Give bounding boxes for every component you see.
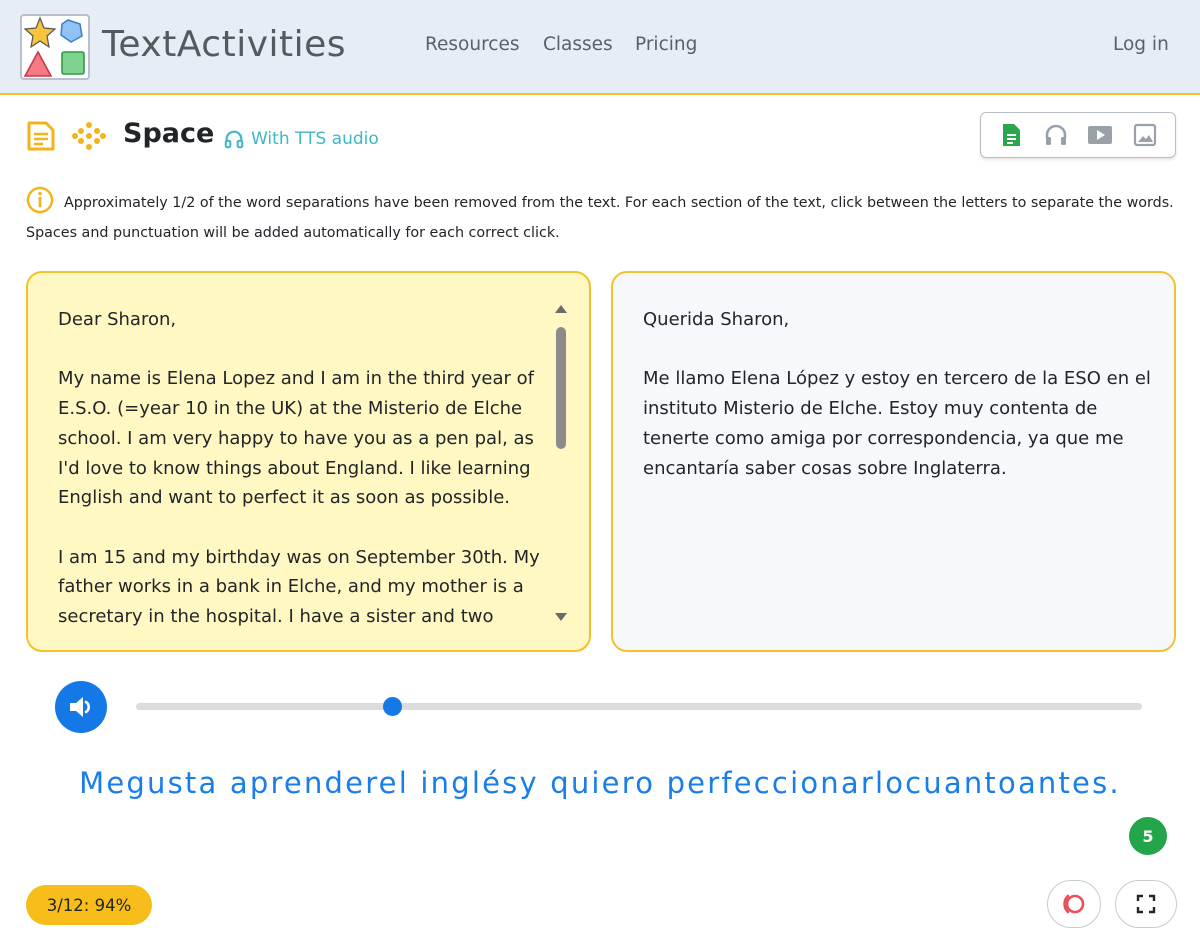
media-toolbar	[980, 112, 1176, 158]
login-link[interactable]: Log in	[1113, 34, 1169, 55]
spanish-text: Querida Sharon, Me llamo Elena López y e…	[643, 305, 1153, 513]
dots-icon	[72, 122, 106, 150]
paragraph: My name is Elena Lopez and I am in the t…	[58, 368, 534, 509]
score-badge: 3/12: 94%	[26, 885, 152, 925]
paragraph: Querida Sharon,	[643, 309, 790, 330]
image-icon[interactable]	[1132, 122, 1158, 148]
video-icon[interactable]	[1087, 122, 1113, 148]
play-audio-button[interactable]	[55, 681, 107, 733]
spanish-text-panel: Querida Sharon, Me llamo Elena López y e…	[611, 271, 1176, 652]
paragraph: I am 15 and my birthday was on September…	[58, 546, 540, 627]
instructions-text: Approximately 1/2 of the word separation…	[26, 195, 1174, 241]
textactivities-logo-icon[interactable]	[18, 12, 92, 82]
reset-button[interactable]	[1047, 880, 1101, 928]
fullscreen-button[interactable]	[1115, 880, 1177, 928]
english-text: Dear Sharon, My name is Elena Lopez and …	[58, 305, 548, 650]
nav-pricing[interactable]: Pricing	[635, 34, 697, 55]
remaining-count-badge: 5	[1129, 817, 1167, 855]
nav-classes[interactable]: Classes	[543, 34, 613, 55]
paragraph: Me llamo Elena López y estoy en tercero …	[643, 368, 1151, 479]
tts-indicator[interactable]: With TTS audio	[223, 128, 379, 150]
tts-label: With TTS audio	[251, 129, 379, 149]
nav-resources[interactable]: Resources	[425, 34, 519, 55]
scroll-thumb[interactable]	[556, 327, 566, 449]
fullscreen-icon	[1136, 894, 1156, 914]
text-icon[interactable]	[998, 122, 1024, 148]
document-icon	[27, 121, 55, 151]
page-title: Space	[123, 118, 215, 149]
current-sentence[interactable]: Megusta aprenderel inglésy quiero perfec…	[0, 766, 1200, 800]
slider-thumb[interactable]	[383, 697, 403, 716]
scrollbar[interactable]	[553, 303, 569, 623]
speaker-icon	[70, 697, 90, 717]
english-text-panel: Dear Sharon, My name is Elena Lopez and …	[26, 271, 591, 652]
headphones-icon	[224, 130, 244, 149]
scroll-down-arrow-icon[interactable]	[555, 613, 567, 621]
navbar: TextActivities Resources Classes Pricing…	[0, 0, 1200, 95]
brand-name[interactable]: TextActivities	[102, 24, 346, 65]
scroll-up-arrow-icon[interactable]	[555, 305, 567, 313]
lifebuoy-icon	[1063, 894, 1085, 914]
audio-progress-slider[interactable]	[136, 697, 1142, 716]
headphones-icon[interactable]	[1043, 122, 1069, 148]
paragraph: Dear Sharon,	[58, 309, 177, 330]
